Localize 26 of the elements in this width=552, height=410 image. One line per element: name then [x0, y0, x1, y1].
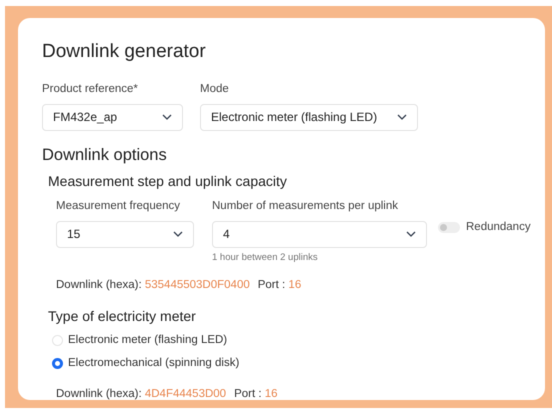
field-label: Mode	[200, 82, 230, 96]
field-label: Number of measurements per uplink	[212, 198, 399, 214]
toggle-switch[interactable]	[438, 222, 460, 233]
field-label: Measurement frequency	[56, 198, 182, 214]
downlink-text: Downlink (hexa): 535445503D0F0400	[56, 278, 250, 293]
dropdown-select[interactable]: Electronic meter (flashing LED)	[200, 104, 418, 131]
port-text: Port : 16	[258, 278, 302, 293]
dropdown-select[interactable]: 4	[212, 220, 427, 248]
downlink-text: Downlink (hexa): 4D4F44453D00	[56, 386, 226, 402]
page-title: Downlink generator	[42, 40, 207, 64]
chevron-down-icon	[406, 231, 416, 238]
dropdown-select[interactable]: 15	[56, 220, 194, 248]
radio-label: Electromechanical (spinning disk)	[68, 356, 240, 370]
field-label: Product reference*	[42, 82, 139, 96]
chevron-down-icon	[397, 114, 407, 120]
subsection-heading: Measurement step and uplink capacity	[48, 172, 288, 191]
radio-label: Electronic meter (flashing LED)	[68, 333, 228, 348]
helper-text: 1 hour between 2 uplinks	[212, 250, 319, 265]
subsection-heading: Type of electricity meter	[48, 307, 197, 326]
port-text: Port : 16	[234, 386, 278, 402]
toggle-label: Redundancy	[466, 220, 531, 234]
section-heading: Downlink options	[42, 144, 168, 166]
chevron-down-icon	[162, 114, 172, 120]
radio-button[interactable]	[52, 358, 63, 369]
chevron-down-icon	[173, 231, 183, 238]
dropdown-select[interactable]: FM432e_ap	[42, 104, 183, 131]
